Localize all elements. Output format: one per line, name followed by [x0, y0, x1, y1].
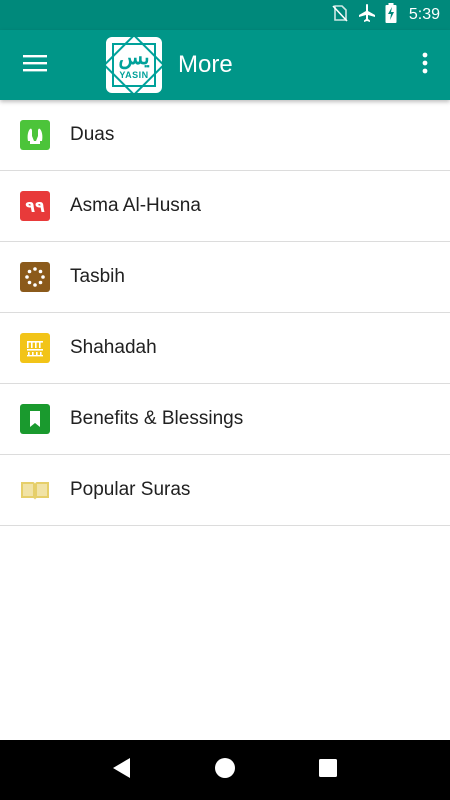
logo-text: YASIN	[119, 70, 149, 80]
list-item-label: Duas	[70, 124, 115, 145]
recents-icon	[318, 758, 338, 783]
list-item-label: Shahadah	[70, 337, 157, 358]
asma-badge: ٩٩	[25, 196, 45, 216]
home-icon	[214, 757, 236, 784]
tasbih-beads-icon	[20, 262, 50, 292]
no-sim-icon	[331, 4, 349, 27]
overflow-menu-button[interactable]	[400, 30, 450, 100]
back-icon	[112, 757, 132, 784]
app-bar: يس YASIN More	[0, 30, 450, 100]
logo-arabic-text: يس	[118, 45, 150, 69]
more-menu-list: Duas ٩٩ Asma Al-Husna Tasbih Shahadah Be…	[0, 100, 450, 526]
list-item-label: Tasbih	[70, 266, 125, 287]
menu-button[interactable]	[0, 30, 70, 100]
list-item-label: Benefits & Blessings	[70, 408, 244, 429]
menu-icon	[23, 53, 47, 78]
list-item-popular-suras[interactable]: Popular Suras	[0, 455, 450, 526]
bookmark-icon	[20, 404, 50, 434]
open-book-icon	[20, 475, 50, 505]
list-item-duas[interactable]: Duas	[0, 100, 450, 171]
airplane-mode-icon	[357, 3, 377, 28]
system-nav-bar	[0, 740, 450, 800]
app-logo: يس YASIN	[106, 37, 162, 93]
list-item-label: Asma Al-Husna	[70, 195, 201, 216]
page-title: More	[178, 51, 233, 78]
recents-button[interactable]	[308, 750, 348, 790]
back-button[interactable]	[102, 750, 142, 790]
list-item-tasbih[interactable]: Tasbih	[0, 242, 450, 313]
battery-charging-icon	[385, 2, 397, 28]
status-time: 5:39	[408, 6, 440, 23]
list-item-benefits-blessings[interactable]: Benefits & Blessings	[0, 384, 450, 455]
praying-hands-icon	[20, 120, 50, 150]
asma-99-icon: ٩٩	[20, 191, 50, 221]
list-item-asma-al-husna[interactable]: ٩٩ Asma Al-Husna	[0, 171, 450, 242]
shahadah-calligraphy-icon	[20, 333, 50, 363]
list-item-label: Popular Suras	[70, 479, 191, 500]
list-item-shahadah[interactable]: Shahadah	[0, 313, 450, 384]
overflow-menu-icon	[422, 52, 428, 79]
home-button[interactable]	[205, 750, 245, 790]
status-bar: 5:39	[0, 0, 450, 30]
